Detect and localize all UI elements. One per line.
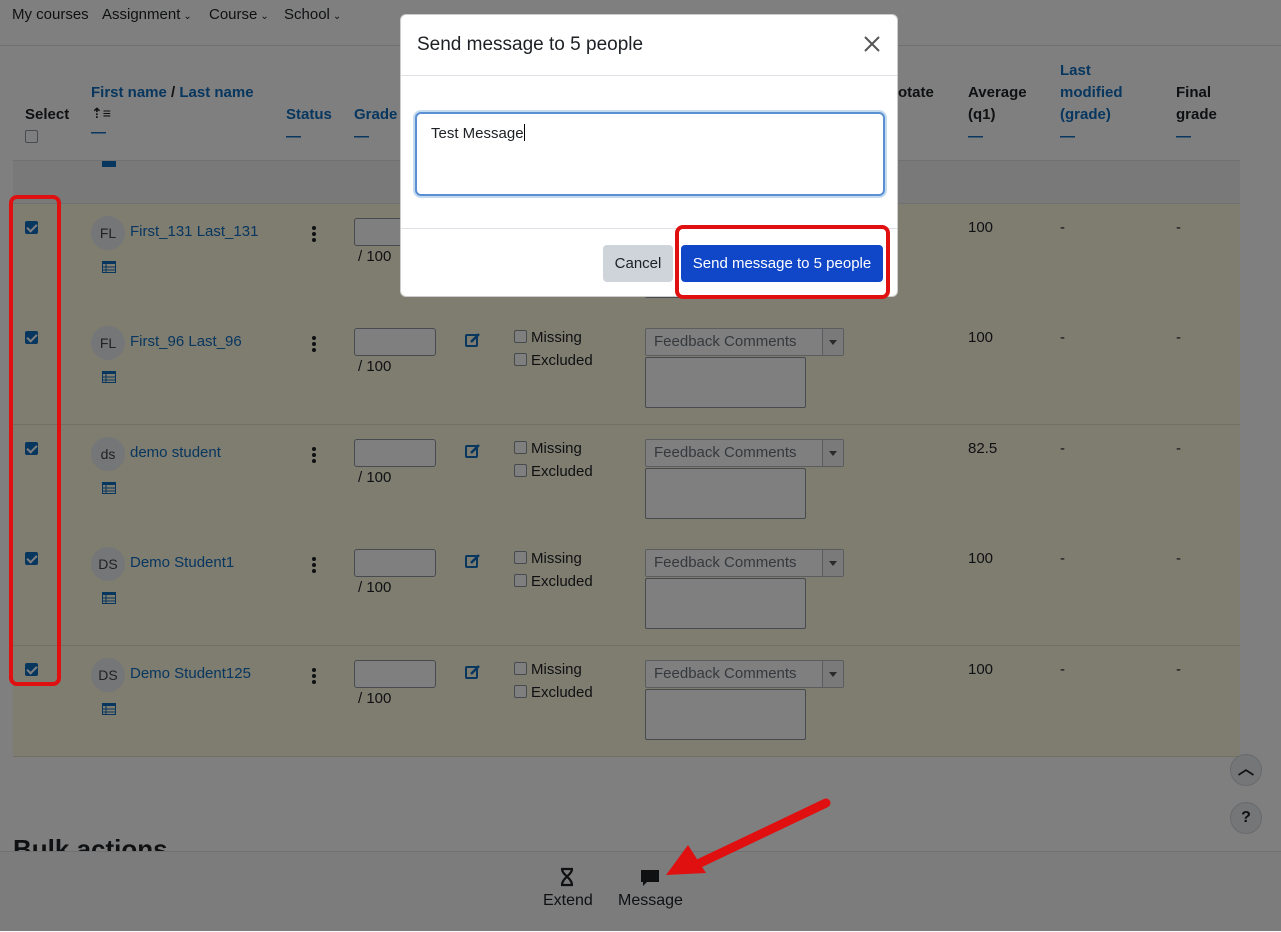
message-text: Test Message [431, 125, 524, 142]
message-textarea[interactable]: Test Message [415, 112, 885, 196]
send-button-highlight-annotation [675, 225, 890, 299]
checkbox-highlight-annotation [9, 195, 61, 686]
cancel-button[interactable]: Cancel [603, 245, 673, 282]
close-icon[interactable] [863, 35, 881, 53]
dialog-header: Send message to 5 people [401, 15, 897, 76]
grading-page: My courses Assignment⌄ Course⌄ School⌄ S… [0, 0, 1281, 932]
red-arrow-annotation [666, 798, 831, 875]
dialog-title: Send message to 5 people [417, 34, 644, 55]
